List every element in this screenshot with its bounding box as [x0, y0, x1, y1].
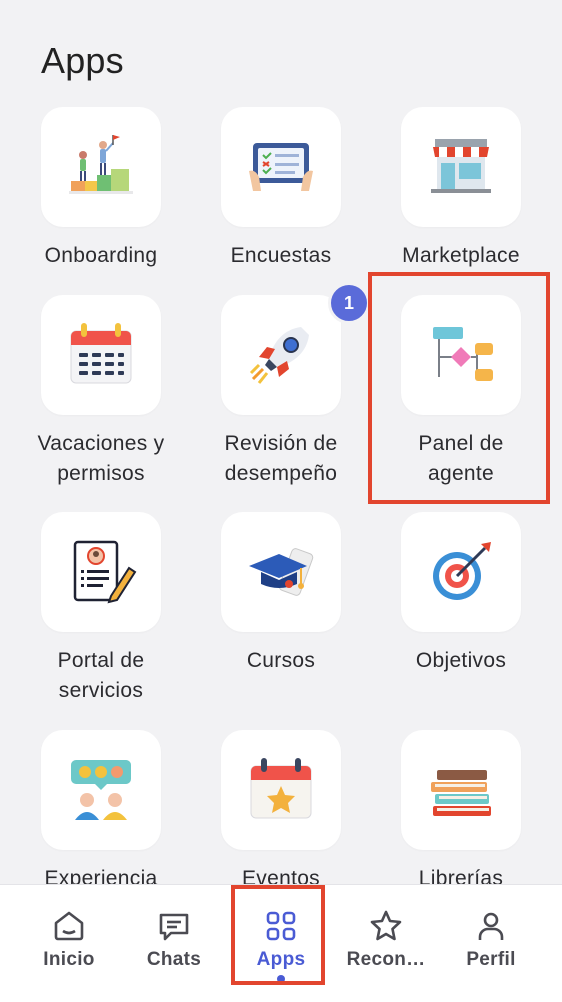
tab-reconocimientos[interactable]: Recon… — [330, 885, 442, 1002]
profile-document-icon — [73, 540, 137, 604]
event-calendar-icon — [250, 758, 312, 819]
rocket-icon — [249, 327, 309, 384]
app-label: Eventos — [242, 867, 320, 884]
tab-label: Inicio — [43, 949, 95, 970]
bottom-tab-bar: Inicio Chats Apps Recon… Perfil — [0, 884, 562, 1002]
star-icon — [370, 910, 402, 941]
books-icon — [431, 770, 491, 816]
user-icon — [478, 912, 504, 940]
target-icon — [433, 542, 491, 600]
app-label: Portal de servicios — [57, 649, 145, 702]
apps-grid: Onboarding Encuestas Marketplace Vacacio… — [0, 0, 562, 884]
app-label: Vacaciones y permisos — [37, 432, 165, 485]
app-label: Revisión de desempeño — [224, 432, 338, 485]
app-tile[interactable] — [221, 730, 341, 850]
tab-chats[interactable]: Chats — [118, 885, 230, 1002]
app-tile[interactable] — [221, 512, 341, 632]
app-tile[interactable] — [401, 512, 521, 632]
graduation-cap-icon — [249, 548, 314, 596]
app-label: Cursos — [246, 649, 316, 672]
app-label: Encuestas — [230, 244, 332, 267]
tab-label: Chats — [146, 949, 202, 970]
app-label: Onboarding — [44, 244, 158, 267]
onboarding-icon — [69, 135, 133, 194]
calendar-icon — [70, 323, 132, 384]
app-label: Panel de agente — [418, 432, 504, 485]
tab-apps[interactable]: Apps — [225, 885, 337, 1002]
app-tile[interactable] — [41, 107, 161, 227]
tab-inicio[interactable]: Inicio — [13, 885, 125, 1002]
app-tile[interactable] — [41, 512, 161, 632]
app-label: Librerías — [418, 867, 504, 884]
feedback-faces-icon — [71, 760, 131, 820]
tab-label: Apps — [256, 949, 306, 970]
app-tile[interactable] — [221, 107, 341, 227]
flowchart-icon — [433, 327, 493, 381]
survey-tablet-icon — [249, 143, 313, 191]
notification-badge: 1 — [328, 282, 370, 324]
app-tile[interactable] — [41, 295, 161, 415]
tab-label: Perfil — [466, 949, 516, 970]
app-label: Marketplace — [402, 244, 520, 267]
app-label: Experiencia — [44, 867, 158, 884]
app-label: Objetivos — [415, 649, 507, 672]
active-indicator-dot — [277, 975, 285, 983]
app-tile[interactable] — [401, 730, 521, 850]
grid-icon — [266, 911, 296, 941]
app-tile[interactable] — [221, 295, 341, 415]
tab-label: Recon… — [346, 949, 426, 970]
app-tile[interactable] — [41, 730, 161, 850]
app-tile[interactable] — [401, 295, 521, 415]
store-icon — [431, 139, 491, 193]
tab-perfil[interactable]: Perfil — [435, 885, 547, 1002]
chat-icon — [159, 913, 189, 941]
app-tile[interactable] — [401, 107, 521, 227]
home-icon — [54, 911, 84, 941]
